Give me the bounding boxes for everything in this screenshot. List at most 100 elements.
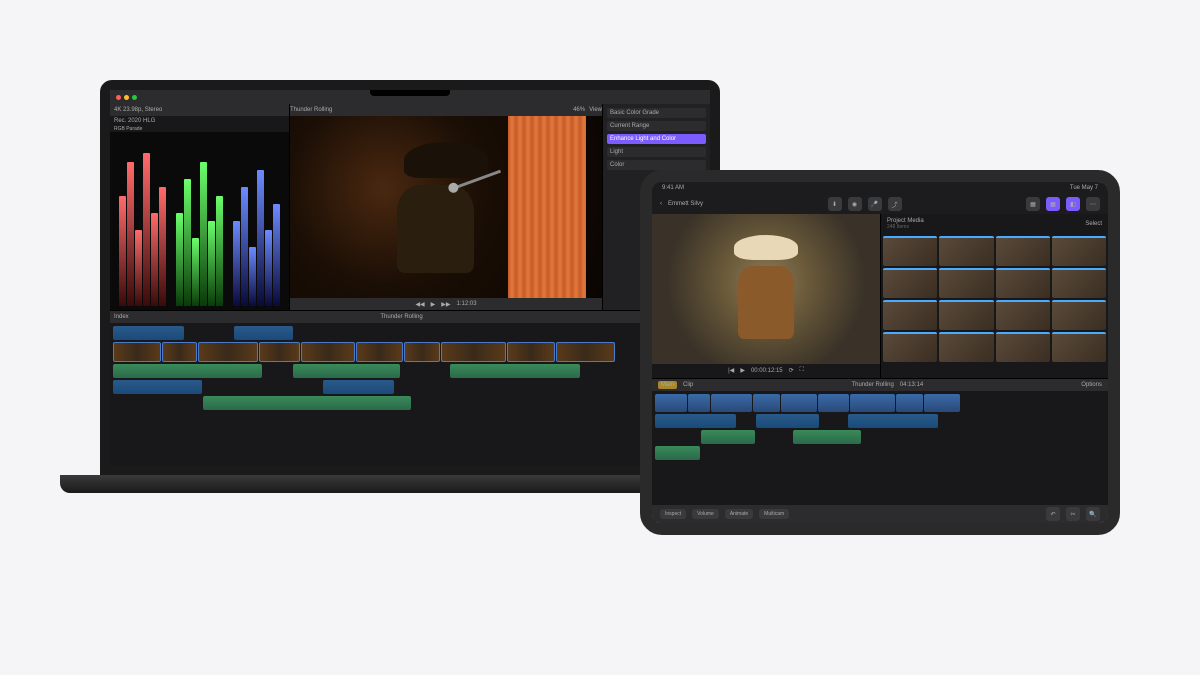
media-thumbnail[interactable] bbox=[996, 332, 1050, 362]
video-clip[interactable] bbox=[924, 394, 960, 412]
browser-toggle-icon[interactable]: ▦ bbox=[1046, 197, 1060, 211]
media-thumbnail[interactable] bbox=[996, 236, 1050, 266]
table-row bbox=[113, 380, 707, 394]
main-marker[interactable]: Main bbox=[658, 381, 677, 389]
index-button[interactable]: Index bbox=[114, 314, 129, 320]
media-thumbnail[interactable] bbox=[883, 236, 937, 266]
audio-clip[interactable] bbox=[323, 380, 394, 394]
audio-clip[interactable] bbox=[655, 414, 736, 428]
title-clip[interactable] bbox=[113, 326, 184, 340]
audio-clip[interactable] bbox=[450, 364, 581, 378]
play-icon[interactable]: ▶ bbox=[740, 367, 745, 374]
project-title: Emmett Silvy bbox=[668, 201, 703, 207]
animate-button[interactable]: Animate bbox=[725, 509, 753, 519]
singer-figure bbox=[376, 134, 516, 280]
title-clip[interactable] bbox=[234, 326, 293, 340]
media-thumbnail[interactable] bbox=[1052, 268, 1106, 298]
media-thumbnail[interactable] bbox=[939, 268, 993, 298]
video-clip[interactable] bbox=[162, 342, 198, 362]
audio-clip[interactable] bbox=[701, 430, 755, 444]
options-button[interactable]: Options bbox=[1081, 382, 1102, 388]
voiceover-icon[interactable]: 🎤 bbox=[868, 197, 882, 211]
media-thumbnail[interactable] bbox=[1052, 300, 1106, 330]
skip-start-icon[interactable]: |◀ bbox=[728, 367, 734, 374]
video-clip[interactable] bbox=[259, 342, 301, 362]
view-menu[interactable]: View bbox=[589, 107, 602, 113]
timeline-tracks[interactable] bbox=[652, 391, 1108, 505]
more-icon[interactable]: ⋯ bbox=[1086, 197, 1100, 211]
layout-icon[interactable]: ▦ bbox=[1026, 197, 1040, 211]
inspect-button[interactable]: Inspect bbox=[660, 509, 686, 519]
video-clip[interactable] bbox=[404, 342, 440, 362]
video-clip[interactable] bbox=[781, 394, 817, 412]
video-clip[interactable] bbox=[113, 342, 161, 362]
media-thumbnail[interactable] bbox=[996, 268, 1050, 298]
maximize-icon[interactable] bbox=[132, 95, 137, 100]
video-scopes-panel: 4K 23.98p, Stereo Rec. 2020 HLG RGB Para… bbox=[110, 104, 290, 310]
share-icon[interactable]: ⤴ bbox=[888, 197, 902, 211]
skip-back-icon[interactable]: ◀◀ bbox=[415, 301, 424, 308]
close-icon[interactable] bbox=[116, 95, 121, 100]
zoom-level[interactable]: 46% bbox=[573, 107, 589, 113]
video-clip[interactable] bbox=[441, 342, 506, 362]
video-clip[interactable] bbox=[507, 342, 555, 362]
transport-bar: |◀ ▶ 00:00:12:15 ⟳ ⛶ bbox=[652, 364, 880, 378]
final-cut-pro-mac: 4K 23.98p, Stereo Rec. 2020 HLG RGB Para… bbox=[110, 90, 710, 465]
color-section[interactable]: Color bbox=[607, 160, 706, 170]
video-clip[interactable] bbox=[711, 394, 752, 412]
media-thumbnail[interactable] bbox=[939, 300, 993, 330]
undo-icon[interactable]: ↶ bbox=[1046, 507, 1060, 521]
video-clip[interactable] bbox=[556, 342, 615, 362]
media-thumbnail[interactable] bbox=[939, 332, 993, 362]
video-preview[interactable] bbox=[652, 214, 880, 364]
minimize-icon[interactable] bbox=[124, 95, 129, 100]
inspector-toggle-icon[interactable]: ◧ bbox=[1066, 197, 1080, 211]
skip-forward-icon[interactable]: ▶▶ bbox=[441, 301, 450, 308]
range-control[interactable]: Current Range bbox=[607, 121, 706, 131]
fullscreen-icon[interactable]: ⛶ bbox=[800, 367, 804, 374]
volume-button[interactable]: Volume bbox=[692, 509, 719, 519]
video-clip[interactable] bbox=[198, 342, 257, 362]
video-clip[interactable] bbox=[753, 394, 780, 412]
video-clip[interactable] bbox=[655, 394, 687, 412]
audio-clip[interactable] bbox=[793, 430, 861, 444]
video-clip[interactable] bbox=[896, 394, 923, 412]
timeline-project: Thunder Rolling bbox=[380, 314, 422, 320]
timeline-tracks[interactable] bbox=[110, 323, 710, 465]
video-preview[interactable] bbox=[290, 116, 602, 298]
rgb-parade-scope[interactable] bbox=[110, 132, 289, 310]
enhance-button[interactable]: Enhance Light and Color bbox=[607, 134, 706, 144]
scope-green bbox=[176, 136, 224, 306]
music-clip[interactable] bbox=[203, 396, 411, 410]
loop-icon[interactable]: ⟳ bbox=[789, 367, 794, 374]
multicam-button[interactable]: Multicam bbox=[759, 509, 789, 519]
select-button[interactable]: Select bbox=[1085, 221, 1102, 227]
video-clip[interactable] bbox=[356, 342, 404, 362]
audio-clip[interactable] bbox=[113, 364, 262, 378]
media-grid[interactable] bbox=[881, 234, 1108, 378]
camera-icon[interactable]: ◉ bbox=[848, 197, 862, 211]
media-thumbnail[interactable] bbox=[996, 300, 1050, 330]
audio-clip[interactable] bbox=[848, 414, 938, 428]
video-clip[interactable] bbox=[301, 342, 354, 362]
media-thumbnail[interactable] bbox=[939, 236, 993, 266]
video-clip[interactable] bbox=[688, 394, 711, 412]
trim-icon[interactable]: ✂ bbox=[1066, 507, 1080, 521]
media-thumbnail[interactable] bbox=[883, 300, 937, 330]
music-clip[interactable] bbox=[655, 446, 700, 460]
audio-clip[interactable] bbox=[113, 380, 202, 394]
audio-clip[interactable] bbox=[756, 414, 819, 428]
video-clip[interactable] bbox=[850, 394, 895, 412]
audio-clip[interactable] bbox=[293, 364, 400, 378]
back-button[interactable]: ‹ bbox=[660, 201, 662, 207]
zoom-icon[interactable]: 🔍 bbox=[1086, 507, 1100, 521]
timecode-display[interactable]: 00:00:12:15 bbox=[751, 368, 783, 374]
import-icon[interactable]: ⬇ bbox=[828, 197, 842, 211]
media-thumbnail[interactable] bbox=[883, 268, 937, 298]
media-thumbnail[interactable] bbox=[1052, 332, 1106, 362]
video-clip[interactable] bbox=[818, 394, 850, 412]
play-icon[interactable]: ▶ bbox=[431, 301, 436, 308]
light-section[interactable]: Light bbox=[607, 147, 706, 157]
media-thumbnail[interactable] bbox=[1052, 236, 1106, 266]
media-thumbnail[interactable] bbox=[883, 332, 937, 362]
